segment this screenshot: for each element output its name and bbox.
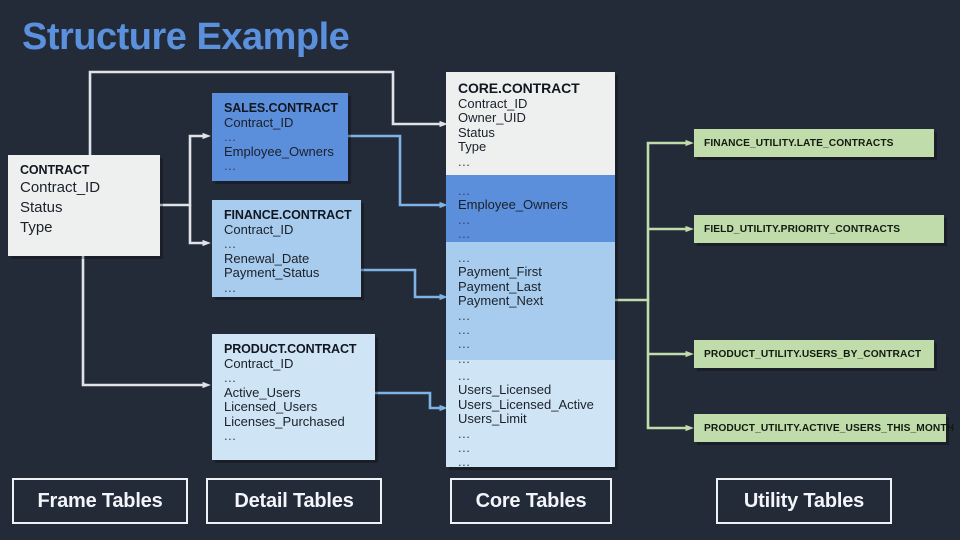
page-title: Structure Example bbox=[22, 16, 350, 58]
table-field: Contract_ID bbox=[224, 356, 294, 371]
table-field: Employee_Owners bbox=[458, 197, 568, 213]
table-finance-contract[interactable]: FINANCE.CONTRACT Contract_ID ... Renewal… bbox=[212, 200, 361, 297]
table-field: ... bbox=[458, 226, 471, 242]
table-utility-users-by-contract[interactable]: PRODUCT_UTILITY.USERS_BY_CONTRACT bbox=[694, 340, 934, 368]
table-field: Licensed_Users bbox=[224, 399, 318, 415]
table-utility-active-users-this-month[interactable]: PRODUCT_UTILITY.ACTIVE_USERS_THIS_MONTH bbox=[694, 414, 954, 442]
wire-core-to-utility-4 bbox=[646, 300, 694, 432]
table-sales-contract[interactable]: SALES.CONTRACT Contract_ID ... Employee_… bbox=[212, 93, 348, 181]
legend-label: Utility Tables bbox=[743, 489, 865, 512]
table-utility-late-contracts[interactable]: FINANCE_UTILITY.LATE_CONTRACTS bbox=[694, 129, 934, 157]
table-field: ... bbox=[458, 322, 471, 338]
table-title: CORE.CONTRACT bbox=[458, 80, 580, 96]
table-field: Payment_Status bbox=[224, 265, 320, 281]
legend-label: Detail Tables bbox=[234, 489, 354, 512]
table-field: Contract_ID bbox=[224, 222, 294, 237]
utility-table-label: FINANCE_UTILITY.LATE_CONTRACTS bbox=[704, 137, 894, 149]
legend-core-tables[interactable]: Core Tables bbox=[450, 478, 612, 524]
legend-detail-tables[interactable]: Detail Tables bbox=[206, 478, 382, 524]
wire-sales-to-core bbox=[348, 134, 448, 209]
table-field: ... bbox=[458, 368, 471, 383]
table-field: Owner_UID bbox=[458, 110, 526, 126]
table-field: Users_Licensed bbox=[458, 382, 552, 398]
table-field: Payment_Last bbox=[458, 278, 542, 294]
table-field: Payment_Next bbox=[458, 293, 544, 309]
table-field: Type bbox=[458, 139, 487, 155]
table-field: ... bbox=[458, 211, 471, 227]
wire-finance-to-core bbox=[361, 268, 448, 301]
table-field: Contract_ID bbox=[224, 115, 294, 130]
table-field: Users_Licensed_Active bbox=[458, 396, 594, 412]
table-utility-priority-contracts[interactable]: FIELD_UTILITY.PRIORITY_CONTRACTS bbox=[694, 215, 944, 243]
table-contract[interactable]: CONTRACT Contract_ID Status Type bbox=[8, 155, 160, 256]
table-field: ... bbox=[458, 440, 471, 456]
table-field: ... bbox=[458, 183, 471, 198]
table-field: Payment_First bbox=[458, 264, 542, 280]
table-field: ... bbox=[458, 454, 471, 467]
table-title: CONTRACT bbox=[20, 163, 90, 177]
table-field: ... bbox=[224, 158, 237, 174]
table-field: Active_Users bbox=[224, 384, 301, 400]
table-title: SALES.CONTRACT bbox=[224, 101, 338, 115]
table-field: Status bbox=[458, 124, 495, 140]
legend-utility-tables[interactable]: Utility Tables bbox=[716, 478, 892, 524]
diagram-canvas: Structure Example CONTRACT Contract_ID S… bbox=[0, 0, 960, 540]
table-field: Licenses_Purchased bbox=[224, 413, 345, 429]
wire-contract-to-sales bbox=[160, 132, 211, 207]
table-field: ... bbox=[224, 129, 237, 145]
utility-table-label: PRODUCT_UTILITY.USERS_BY_CONTRACT bbox=[704, 348, 922, 360]
table-field: ... bbox=[458, 307, 471, 323]
table-field: Users_Limit bbox=[458, 411, 527, 427]
wire-core-to-utility-1 bbox=[615, 139, 694, 302]
wire-contract-to-finance bbox=[188, 205, 211, 247]
table-field: Renewal_Date bbox=[224, 250, 310, 266]
table-field: ... bbox=[224, 428, 237, 444]
utility-table-label: PRODUCT_UTILITY.ACTIVE_USERS_THIS_MONTH bbox=[704, 422, 955, 434]
table-field: ... bbox=[458, 153, 471, 169]
table-field: ... bbox=[224, 236, 237, 252]
table-title: PRODUCT.CONTRACT bbox=[224, 342, 357, 356]
table-field: Status bbox=[20, 199, 63, 216]
table-title: FINANCE.CONTRACT bbox=[224, 208, 352, 222]
table-field: ... bbox=[458, 336, 471, 352]
table-field: ... bbox=[224, 370, 237, 386]
core-band-product: ... Users_Licensed Users_Licensed_Active… bbox=[446, 360, 615, 467]
table-core-contract[interactable]: CORE.CONTRACT Contract_ID Owner_UID Stat… bbox=[446, 72, 615, 467]
core-band-sales: ... Employee_Owners ... ... bbox=[446, 175, 615, 242]
core-band-finance: ... Payment_First Payment_Last Payment_N… bbox=[446, 242, 615, 366]
legend-label: Core Tables bbox=[475, 489, 587, 512]
table-field: ... bbox=[458, 250, 471, 265]
core-band-frame: CORE.CONTRACT Contract_ID Owner_UID Stat… bbox=[446, 72, 615, 175]
utility-table-label: FIELD_UTILITY.PRIORITY_CONTRACTS bbox=[704, 223, 901, 235]
table-field: ... bbox=[458, 425, 471, 441]
legend-frame-tables[interactable]: Frame Tables bbox=[12, 478, 188, 524]
table-field: Type bbox=[20, 219, 53, 236]
table-field: Contract_ID bbox=[458, 96, 528, 111]
table-field: Employee_Owners bbox=[224, 143, 334, 159]
wire-contract-to-product bbox=[81, 256, 211, 389]
legend-label: Frame Tables bbox=[37, 489, 163, 512]
table-field: ... bbox=[224, 279, 237, 295]
table-product-contract[interactable]: PRODUCT.CONTRACT Contract_ID ... Active_… bbox=[212, 334, 375, 460]
table-field: Contract_ID bbox=[20, 179, 101, 196]
wire-product-to-core bbox=[375, 391, 448, 412]
